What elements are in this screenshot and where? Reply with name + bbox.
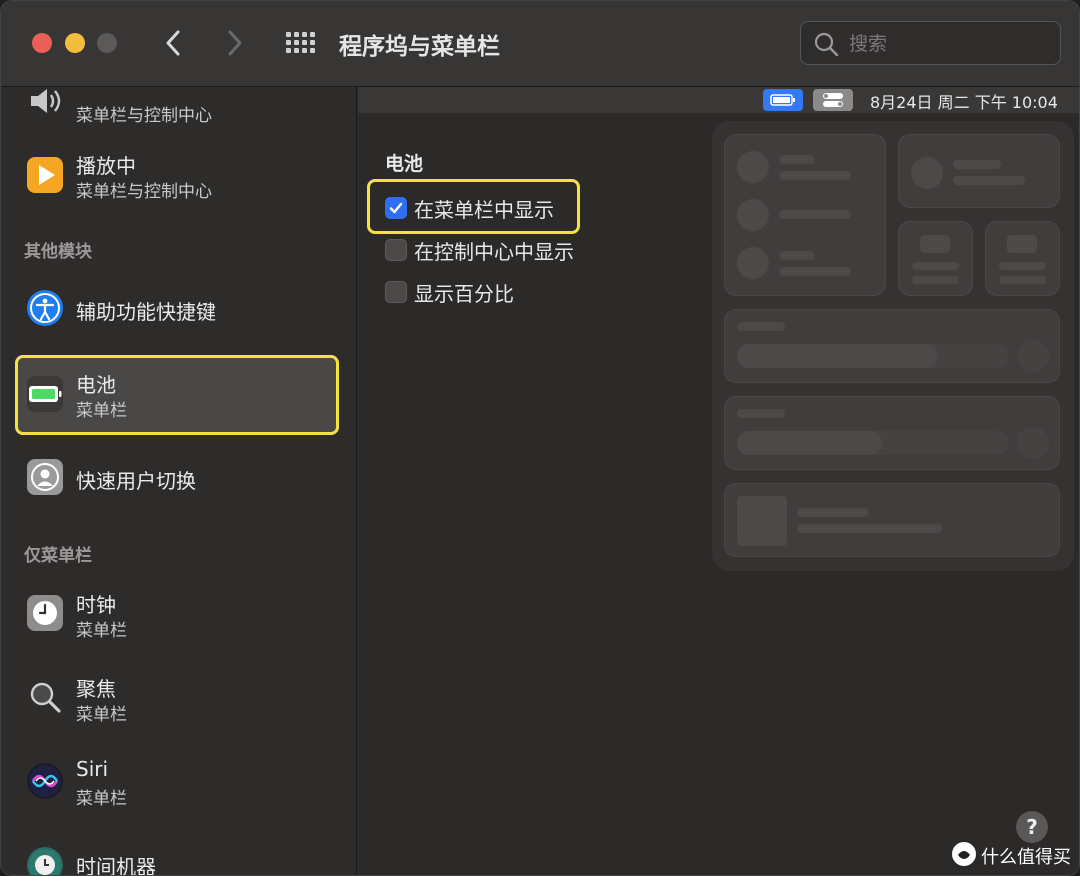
- control-center-preview: [712, 121, 1074, 571]
- preview-tile: [898, 221, 973, 296]
- sidebar-item-spotlight[interactable]: 聚焦 菜单栏: [15, 659, 339, 737]
- help-button[interactable]: ?: [1016, 811, 1048, 843]
- sidebar-item-clock[interactable]: 时钟 菜单栏: [15, 575, 339, 653]
- sidebar-item-label: 时钟: [76, 593, 116, 617]
- grid-icon: [286, 32, 315, 53]
- sidebar-item-time-machine[interactable]: 时间机器: [15, 827, 339, 876]
- forward-button[interactable]: [219, 25, 249, 61]
- title-bar: 程序坞与菜单栏: [1, 1, 1079, 87]
- close-button[interactable]: [32, 33, 52, 53]
- sidebar-item-label: 快速用户切换: [76, 469, 196, 493]
- checkbox-show-percentage[interactable]: [385, 281, 407, 303]
- search-box[interactable]: [800, 21, 1061, 65]
- time-machine-icon: [27, 847, 63, 875]
- now-playing-icon: [27, 157, 63, 193]
- spotlight-icon: [27, 679, 63, 715]
- sidebar-item-label: 辅助功能快捷键: [76, 300, 216, 324]
- sidebar-item-siri[interactable]: Siri 菜单栏: [15, 743, 339, 821]
- watermark-logo-icon: [952, 842, 976, 866]
- minimize-button[interactable]: [65, 33, 85, 53]
- preview-tile: [724, 396, 1060, 470]
- section-header-other: 其他模块: [24, 242, 92, 262]
- option-label: 在菜单栏中显示: [414, 198, 554, 222]
- search-icon: [814, 32, 839, 57]
- option-label: 显示百分比: [414, 282, 514, 306]
- window-title: 程序坞与菜单栏: [339, 34, 500, 60]
- option-label: 在控制中心中显示: [414, 240, 574, 264]
- watermark-text: 什么值得买: [981, 847, 1071, 868]
- menubar-preview: 8月24日 周二 下午 10:04: [358, 87, 1079, 113]
- checkbox-show-in-menubar[interactable]: [385, 197, 407, 219]
- section-header-menubar-only: 仅菜单栏: [24, 546, 92, 566]
- speaker-icon: [27, 87, 63, 119]
- chevron-left-icon: [166, 30, 180, 56]
- sidebar-item-sublabel: 菜单栏与控制中心: [76, 182, 212, 202]
- sidebar: 菜单栏与控制中心 播放中 菜单栏与控制中心 其他模块 辅助功能快捷键 电池 菜单…: [1, 87, 357, 876]
- accessibility-icon: [27, 290, 63, 326]
- sidebar-item-label: 时间机器: [76, 855, 156, 876]
- battery-icon: [27, 376, 63, 412]
- checkmark-icon: [389, 202, 403, 214]
- user-switch-icon: [27, 459, 63, 495]
- battery-section-title: 电池: [385, 153, 424, 175]
- preview-tile: [724, 483, 1060, 557]
- preview-tile: [724, 309, 1060, 383]
- sidebar-item-sublabel: 菜单栏: [76, 705, 127, 725]
- sidebar-item-sublabel: 菜单栏: [76, 789, 127, 809]
- sidebar-item-fast-user-switching[interactable]: 快速用户切换: [15, 439, 339, 517]
- menubar-battery-icon: [763, 89, 803, 111]
- sidebar-item-label: 电池: [76, 373, 116, 397]
- checkbox-show-in-control-center[interactable]: [385, 239, 407, 261]
- sidebar-item-sound[interactable]: 菜单栏与控制中心: [15, 87, 339, 135]
- show-all-button[interactable]: [283, 29, 317, 57]
- sidebar-item-battery[interactable]: 电池 菜单栏: [15, 355, 339, 435]
- sidebar-item-label: 播放中: [76, 154, 136, 178]
- preview-tile: [898, 134, 1060, 208]
- preview-tile: [724, 134, 886, 296]
- sidebar-item-sublabel: 菜单栏: [76, 401, 127, 421]
- preferences-window: 程序坞与菜单栏 菜单栏与控制中心 播放中 菜单栏与控制中心 其他模块: [0, 0, 1080, 876]
- sidebar-item-sublabel: 菜单栏: [76, 621, 127, 641]
- sidebar-item-now-playing[interactable]: 播放中 菜单栏与控制中心: [15, 137, 339, 215]
- back-button[interactable]: [159, 25, 189, 61]
- siri-icon: [27, 763, 63, 799]
- zoom-button[interactable]: [97, 33, 117, 53]
- clock-icon: [27, 595, 63, 631]
- menubar-control-center-icon: [813, 89, 853, 111]
- sidebar-item-label: 聚焦: [76, 677, 116, 701]
- search-input[interactable]: [849, 30, 1049, 58]
- sidebar-item-label: Siri: [76, 757, 109, 781]
- sidebar-item-sublabel: 菜单栏与控制中心: [76, 106, 212, 126]
- menubar-datetime: 8月24日 周二 下午 10:04: [870, 93, 1058, 112]
- main-pane: 8月24日 周二 下午 10:04 电池 在菜单栏中显示 在控制中心中显示 显示…: [358, 87, 1079, 875]
- chevron-right-icon: [228, 30, 242, 56]
- sidebar-item-accessibility-shortcut[interactable]: 辅助功能快捷键: [15, 270, 339, 348]
- preview-tile: [985, 221, 1060, 296]
